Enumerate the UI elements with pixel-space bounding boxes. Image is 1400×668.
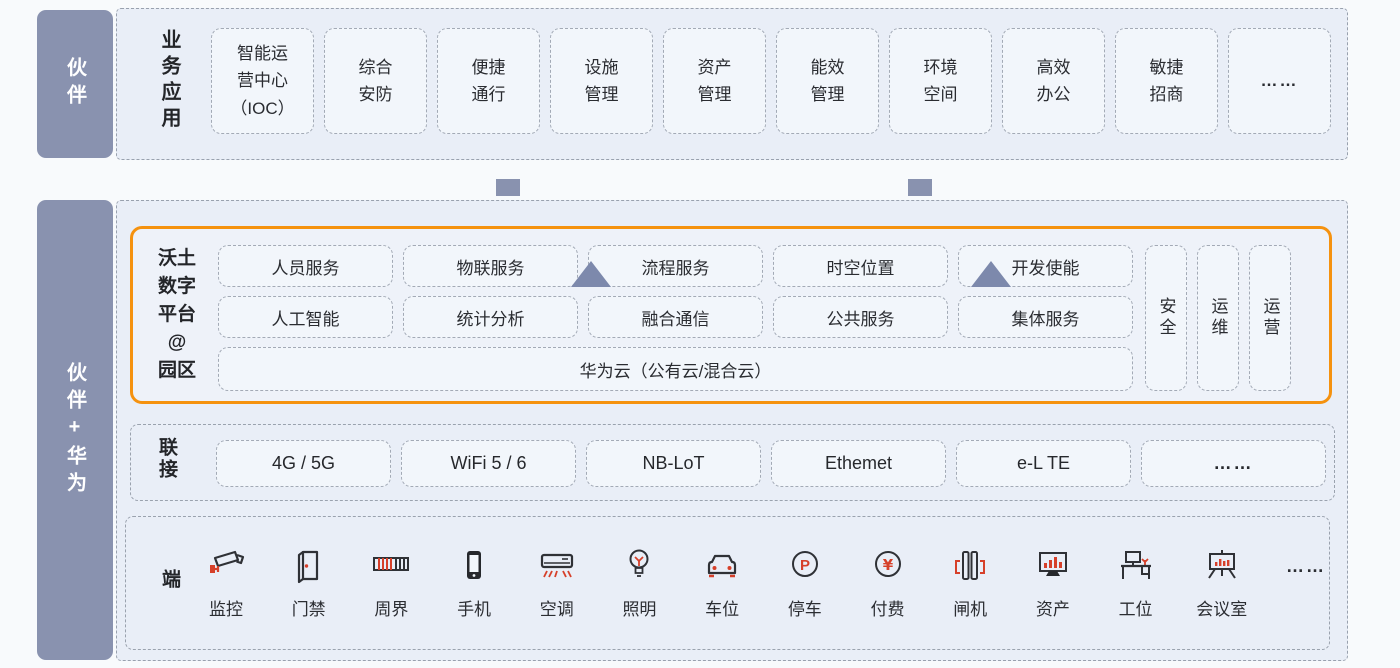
connect-elte: e-L TE bbox=[956, 440, 1131, 487]
connector-square bbox=[908, 179, 932, 196]
pillar-security-label: 安全 bbox=[1154, 297, 1179, 339]
bulb-icon bbox=[617, 541, 661, 591]
app-box-office: 高效 办公 bbox=[1002, 28, 1105, 134]
svg-text:P: P bbox=[800, 557, 810, 574]
app-box-access: 便捷 通行 bbox=[437, 28, 540, 134]
connect-4g5g: 4G / 5G bbox=[216, 440, 391, 487]
device-phone: 手机 bbox=[452, 541, 496, 620]
device-label: 周界 bbox=[374, 595, 408, 620]
digital-platform-box: 沃土 数字 平台 @ 园区 人员服务 物联服务 流程服务 时空位置 开发使能 人… bbox=[130, 226, 1332, 404]
asset-icon bbox=[1031, 541, 1075, 591]
device-label: 门禁 bbox=[292, 595, 326, 620]
car-icon bbox=[700, 541, 744, 591]
ellipsis-text: …… bbox=[1286, 541, 1326, 591]
app-box-environment: 环境 空间 bbox=[889, 28, 992, 134]
platform-service-group: 集体服务 bbox=[958, 296, 1133, 338]
desk-icon bbox=[1114, 541, 1158, 591]
platform-service-ai: 人工智能 bbox=[218, 296, 393, 338]
connector-square bbox=[496, 179, 520, 196]
app-box-asset: 资产 管理 bbox=[663, 28, 766, 134]
device-label: 工位 bbox=[1119, 595, 1153, 620]
platform-service-public: 公共服务 bbox=[773, 296, 948, 338]
device-door-access: 门禁 bbox=[287, 541, 331, 620]
device-perimeter: 周界 bbox=[369, 541, 413, 620]
device-label: 会议室 bbox=[1196, 595, 1247, 620]
app-box-ioc: 智能运 营中心 （IOC） bbox=[211, 28, 314, 134]
partner-huawei-sidebar: 伙伴+华为 bbox=[37, 200, 113, 660]
pillar-om-label: 运维 bbox=[1206, 297, 1231, 339]
architecture-diagram: 伙伴 业务应用 智能运 营中心 （IOC） 综合 安防 便捷 通行 设施 管理 … bbox=[0, 0, 1400, 668]
digital-platform-label: 沃土 数字 平台 @ 园区 bbox=[145, 245, 209, 386]
phone-icon bbox=[452, 541, 496, 591]
device-label: 车位 bbox=[705, 595, 739, 620]
platform-service-stats: 统计分析 bbox=[403, 296, 578, 338]
partner-sidebar: 伙伴 bbox=[37, 10, 113, 158]
board-icon bbox=[1200, 541, 1244, 591]
app-box-security: 综合 安防 bbox=[324, 28, 427, 134]
app-box-facility: 设施 管理 bbox=[550, 28, 653, 134]
connect-ethernet: Ethemet bbox=[771, 440, 946, 487]
pillar-security: 安全 bbox=[1145, 245, 1187, 391]
business-apps-panel: 业务应用 智能运 营中心 （IOC） 综合 安防 便捷 通行 设施 管理 资产 … bbox=[116, 8, 1348, 160]
device-parking-spot: 车位 bbox=[700, 541, 744, 620]
svg-text:¥: ¥ bbox=[882, 556, 893, 574]
platform-service-process: 流程服务 bbox=[588, 245, 763, 287]
partner-sidebar-label: 伙伴 bbox=[61, 57, 90, 111]
device-label: 空调 bbox=[540, 595, 574, 620]
connectivity-box: 联接 4G / 5G WiFi 5 / 6 NB-LoT Ethemet e-L… bbox=[130, 424, 1335, 501]
business-apps-row: 智能运 营中心 （IOC） 综合 安防 便捷 通行 设施 管理 资产 管理 能效… bbox=[211, 28, 1331, 134]
platform-service-iot: 物联服务 bbox=[403, 245, 578, 287]
connect-nbiot: NB-LoT bbox=[586, 440, 761, 487]
parking-icon: P bbox=[783, 541, 827, 591]
pillar-om: 运维 bbox=[1197, 245, 1239, 391]
pillar-operation: 运营 bbox=[1249, 245, 1291, 391]
platform-service-people: 人员服务 bbox=[218, 245, 393, 287]
device-more: …… bbox=[1286, 541, 1326, 620]
device-meeting-room: 会议室 bbox=[1196, 541, 1247, 620]
door-icon bbox=[287, 541, 331, 591]
device-label: 停车 bbox=[788, 595, 822, 620]
device-surveillance: 监控 bbox=[204, 541, 248, 620]
app-box-more: …… bbox=[1228, 28, 1331, 134]
platform-service-comm: 融合通信 bbox=[588, 296, 763, 338]
connect-more: …… bbox=[1141, 440, 1326, 487]
pillar-operation-label: 运营 bbox=[1258, 297, 1283, 339]
device-label: 照明 bbox=[622, 595, 656, 620]
endpoints-label: 端 bbox=[156, 569, 183, 594]
endpoints-box: 端 监控 bbox=[125, 516, 1330, 650]
connect-wifi: WiFi 5 / 6 bbox=[401, 440, 576, 487]
ac-icon bbox=[535, 541, 579, 591]
pay-icon: ¥ bbox=[866, 541, 910, 591]
up-arrow-icon bbox=[971, 261, 1011, 287]
business-apps-label: 业务应用 bbox=[155, 29, 184, 133]
device-workstation: 工位 bbox=[1114, 541, 1158, 620]
device-lighting: 照明 bbox=[617, 541, 661, 620]
device-label: 付费 bbox=[871, 595, 905, 620]
huawei-cloud-box: 华为云（公有云/混合云） bbox=[218, 347, 1133, 391]
device-parking: P 停车 bbox=[783, 541, 827, 620]
app-box-investment: 敏捷 招商 bbox=[1115, 28, 1218, 134]
device-turnstile: 闸机 bbox=[948, 541, 992, 620]
device-label: 资产 bbox=[1036, 595, 1070, 620]
camera-icon bbox=[204, 541, 248, 591]
device-assets: 资产 bbox=[1031, 541, 1075, 620]
gate-icon bbox=[948, 541, 992, 591]
devices-row: 监控 门禁 bbox=[204, 541, 1326, 620]
app-box-energy: 能效 管理 bbox=[776, 28, 879, 134]
device-air-conditioner: 空调 bbox=[535, 541, 579, 620]
fence-icon bbox=[369, 541, 413, 591]
device-payment: ¥ 付费 bbox=[866, 541, 910, 620]
partner-huawei-sidebar-label: 伙伴+华为 bbox=[61, 362, 90, 499]
platform-service-location: 时空位置 bbox=[773, 245, 948, 287]
connectivity-label: 联接 bbox=[153, 437, 180, 481]
device-label: 监控 bbox=[209, 595, 243, 620]
device-label: 手机 bbox=[457, 595, 491, 620]
up-arrow-icon bbox=[571, 261, 611, 287]
device-label: 闸机 bbox=[953, 595, 987, 620]
